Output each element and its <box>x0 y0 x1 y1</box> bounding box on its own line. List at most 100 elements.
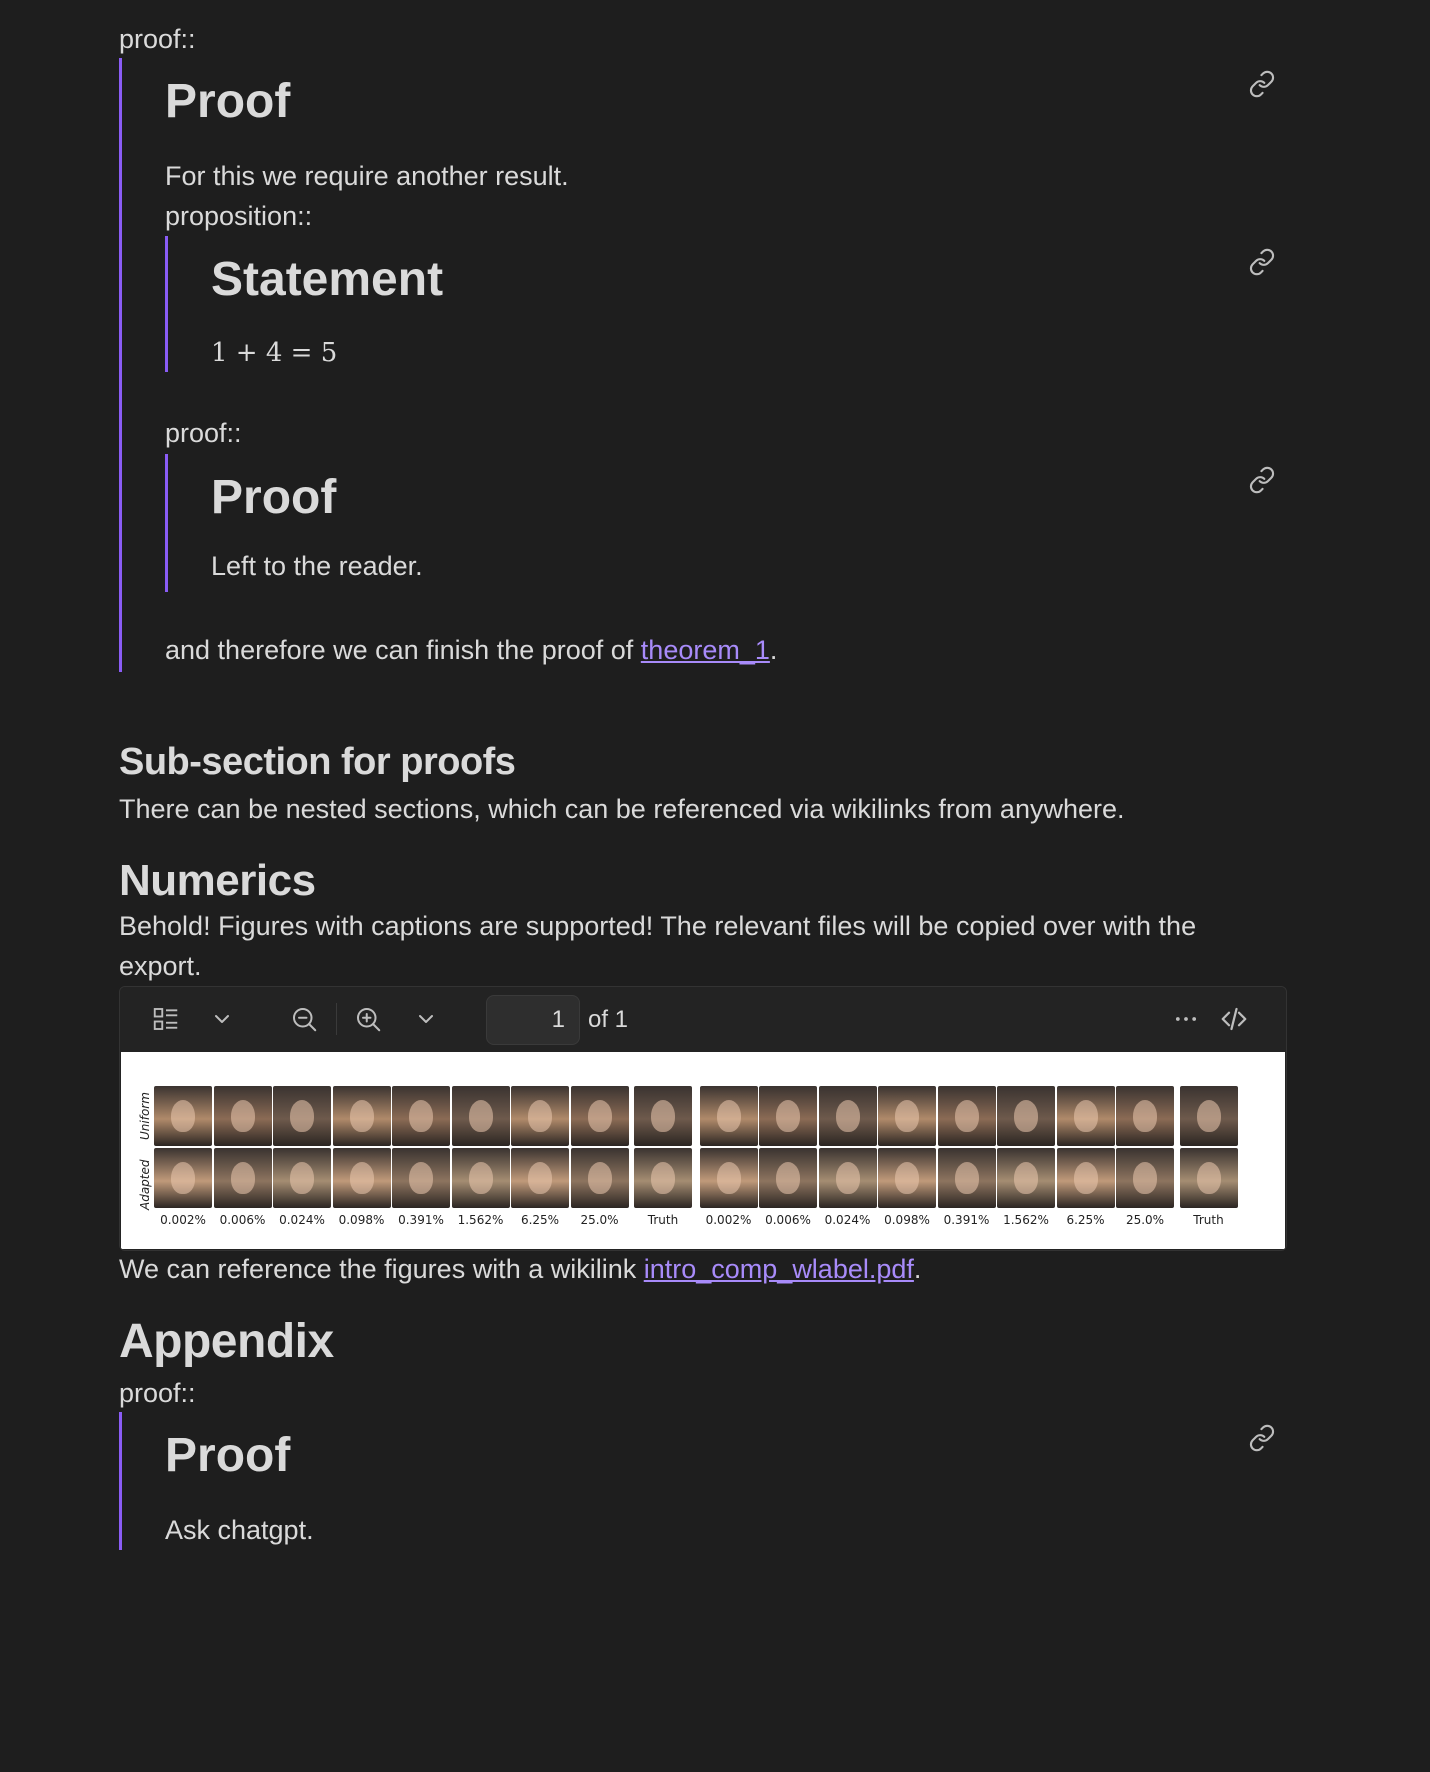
face-thumbnail <box>878 1086 936 1146</box>
link-icon[interactable] <box>1248 1424 1276 1452</box>
face-thumbnail <box>1116 1086 1174 1146</box>
face-thumbnail <box>818 1148 877 1208</box>
face-thumbnail <box>699 1086 758 1146</box>
face-thumbnail <box>332 1086 391 1146</box>
callout-type-label: proposition:: <box>165 201 313 231</box>
face-thumbnail <box>759 1086 817 1146</box>
appendix-proof-callout: Proof Ask chatgpt. <box>119 1412 1282 1550</box>
face-thumbnail <box>451 1148 510 1208</box>
face-thumbnail <box>213 1148 272 1208</box>
column-label: 0.002% <box>160 1213 206 1227</box>
more-horizontal-icon <box>1175 1017 1197 1021</box>
callout-title: Proof <box>165 1429 291 1482</box>
column-label: 0.024% <box>279 1213 325 1227</box>
face-thumbnail <box>273 1086 331 1146</box>
proposition-callout: Statement 1 + 4 = 5 <box>165 236 1238 372</box>
chevron-down-icon <box>215 1015 229 1023</box>
face-thumbnail <box>997 1148 1055 1208</box>
chevron-down-icon <box>419 1015 433 1023</box>
face-thumbnail <box>699 1148 758 1208</box>
code-icon <box>1221 1007 1247 1031</box>
more-options-button[interactable] <box>1168 1001 1204 1037</box>
column-label: 25.0% <box>1125 1213 1165 1227</box>
column-label: 25.0% <box>580 1213 619 1227</box>
link-icon[interactable] <box>1248 248 1276 276</box>
link-icon[interactable] <box>1248 70 1276 98</box>
sidebar-options-dropdown[interactable] <box>204 1001 240 1037</box>
column-label: 0.002% <box>705 1213 752 1227</box>
face-thumbnail <box>511 1148 569 1208</box>
column-label: 0.006% <box>219 1213 266 1227</box>
column-label: 0.098% <box>338 1213 385 1227</box>
face-thumbnail <box>1056 1148 1115 1208</box>
face-thumbnail <box>451 1086 510 1146</box>
toolbar-divider <box>336 1003 337 1035</box>
proof-callout: Proof For this we require another result… <box>119 58 1282 672</box>
math-expression: 1 + 4 = 5 <box>211 338 338 368</box>
page-count: of 1 <box>588 1006 629 1033</box>
zoom-in-icon <box>357 1008 381 1032</box>
sidebar-toggle-button[interactable] <box>148 1001 184 1037</box>
face-thumbnail <box>818 1086 877 1146</box>
column-label: 0.098% <box>884 1213 930 1227</box>
face-thumbnail <box>570 1148 629 1208</box>
face-thumbnail <box>997 1086 1055 1146</box>
face-thumbnail <box>937 1148 996 1208</box>
wikilink-pdf[interactable]: intro_comp_wlabel.pdf <box>644 1254 914 1284</box>
face-thumbnail <box>392 1148 450 1208</box>
column-label: 0.006% <box>765 1213 811 1227</box>
column-label: Truth <box>1193 1213 1224 1227</box>
face-thumbnail <box>634 1086 692 1146</box>
row-label-uniform: Uniform <box>138 1092 152 1140</box>
face-thumbnail <box>878 1148 936 1208</box>
numerics-text: Behold! Figures with captions are suppor… <box>119 911 1197 981</box>
face-thumbnail <box>1056 1086 1115 1146</box>
face-thumbnail <box>570 1086 629 1146</box>
callout-text: Ask chatgpt. <box>165 1515 314 1545</box>
callout-title: Proof <box>211 471 337 524</box>
face-thumbnail <box>759 1148 817 1208</box>
column-label: 1.562% <box>457 1213 504 1227</box>
callout-title: Proof <box>165 75 291 128</box>
subsection-heading: Sub-section for proofs <box>119 741 516 783</box>
numerics-heading: Numerics <box>119 856 316 905</box>
column-label: 6.25% <box>1066 1213 1105 1227</box>
view-source-button[interactable] <box>1216 1001 1252 1037</box>
figure-reference-text: We can reference the figures with a wiki… <box>119 1254 922 1284</box>
face-thumbnail <box>1179 1148 1238 1208</box>
column-label: 0.391% <box>943 1213 990 1227</box>
face-thumbnail <box>213 1086 272 1146</box>
subsection-text: There can be nested sections, which can … <box>119 794 1125 824</box>
callout-closing-text: and therefore we can finish the proof of… <box>165 635 778 665</box>
face-thumbnail <box>511 1086 569 1146</box>
face-thumbnail <box>392 1086 450 1146</box>
callout-title: Statement <box>211 253 444 306</box>
nested-proof-callout: Proof Left to the reader. <box>165 454 1238 592</box>
pdf-viewer: of 1 Uniform Adapted 0.002%0.0 <box>119 986 1287 1251</box>
zoom-out-icon <box>293 1008 317 1032</box>
column-label: 1.562% <box>1003 1213 1049 1227</box>
pdf-toolbar: of 1 <box>120 987 1286 1052</box>
callout-type-label: proof:: <box>165 418 242 448</box>
callout-type-label: proof:: <box>119 24 196 54</box>
face-thumbnail <box>273 1148 331 1208</box>
column-label: 0.391% <box>398 1213 444 1227</box>
face-thumbnail <box>332 1148 391 1208</box>
face-thumbnail <box>634 1148 692 1208</box>
column-label: 0.024% <box>824 1213 871 1227</box>
zoom-options-dropdown[interactable] <box>408 1001 444 1037</box>
list-view-icon <box>153 1008 178 1030</box>
link-icon[interactable] <box>1248 466 1276 494</box>
face-thumbnail <box>154 1148 212 1208</box>
callout-text: Left to the reader. <box>211 551 423 581</box>
zoom-out-button[interactable] <box>286 1001 322 1037</box>
page-number-input[interactable] <box>486 995 580 1045</box>
column-label: 6.25% <box>520 1213 560 1227</box>
face-thumbnail <box>1116 1148 1174 1208</box>
pdf-page: Uniform Adapted 0.002% 0.006% 0.024% 0.098%… <box>121 1052 1285 1249</box>
row-label-adapted: Adapted <box>138 1159 152 1210</box>
wikilink-theorem[interactable]: theorem_1 <box>641 635 770 665</box>
face-thumbnail <box>937 1086 996 1146</box>
appendix-heading: Appendix <box>119 1315 334 1368</box>
zoom-in-button[interactable] <box>350 1001 386 1037</box>
